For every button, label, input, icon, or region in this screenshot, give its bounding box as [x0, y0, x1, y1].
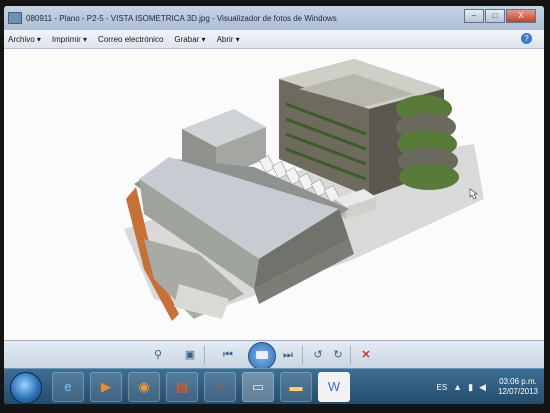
rotate-left-icon[interactable]: ↺ [310, 347, 326, 363]
menu-bar: Archivo ▾ Imprimir ▾ Correo electrónico … [4, 30, 544, 49]
previous-icon[interactable]: ⏮ [220, 347, 236, 363]
presentation-app-icon[interactable]: ▤ [166, 372, 198, 402]
photo-viewer-app-icon [8, 12, 22, 24]
help-icon[interactable]: ? [521, 33, 532, 44]
clock-date: 12/07/2013 [497, 387, 538, 396]
internet-explorer-icon[interactable]: e [52, 372, 84, 402]
slideshow-button[interactable] [248, 342, 276, 370]
menu-correo[interactable]: Correo electrónico [98, 35, 163, 44]
tray-arrow-icon[interactable]: ▲ [453, 382, 462, 392]
isometric-building-image [124, 59, 484, 321]
menu-grabar[interactable]: Grabar ▾ [174, 35, 205, 44]
window-titlebar[interactable]: 080911 - Plano - P2-5 - VISTA ISOMETRICA… [4, 6, 544, 30]
toolbar-divider [350, 346, 351, 364]
acrobat-icon[interactable]: ⌁ [204, 372, 236, 402]
image-viewport[interactable] [4, 49, 544, 340]
language-indicator[interactable]: ES [436, 383, 447, 392]
next-icon[interactable]: ⏭ [280, 347, 296, 363]
toolbar-divider [204, 346, 205, 364]
window-controls: – □ X [464, 9, 536, 23]
volume-icon[interactable]: ◀ [479, 382, 486, 393]
toolbar-divider [302, 346, 303, 364]
window-title: 080911 - Plano - P2-5 - VISTA ISOMETRICA… [26, 13, 337, 23]
actual-size-icon[interactable]: ▣ [182, 347, 198, 363]
start-button[interactable] [10, 372, 42, 404]
menu-archivo[interactable]: Archivo ▾ [8, 35, 41, 44]
taskbar: e ▶ ◉ ▤ ⌁ ▭ ▬ W ES ▲ ▮ ◀ 03:06 p.m. 12/0… [4, 368, 544, 404]
network-icon[interactable]: ▮ [468, 382, 473, 393]
rotate-right-icon[interactable]: ↻ [330, 347, 346, 363]
clock-time: 03:06 p.m. [499, 377, 537, 386]
photo-viewer-taskbar-icon[interactable]: ▭ [242, 372, 274, 402]
menu-imprimir[interactable]: Imprimir ▾ [52, 35, 87, 44]
media-player-icon[interactable]: ▶ [90, 372, 122, 402]
close-button[interactable]: X [506, 9, 536, 23]
file-explorer-icon[interactable]: ▬ [280, 372, 312, 402]
maximize-button[interactable]: □ [485, 9, 505, 23]
clock[interactable]: 03:06 p.m. 12/07/2013 [498, 377, 538, 397]
word-icon[interactable]: W [318, 372, 350, 402]
menu-abrir[interactable]: Abrir ▾ [217, 35, 240, 44]
viewer-toolbar: ⚲ ▣ ⏮ ⏭ ↺ ↻ ✕ [4, 340, 544, 370]
delete-icon[interactable]: ✕ [358, 347, 374, 363]
minimize-button[interactable]: – [464, 9, 484, 23]
zoom-icon[interactable]: ⚲ [150, 347, 166, 363]
firefox-icon[interactable]: ◉ [128, 372, 160, 402]
slideshow-icon [256, 351, 268, 359]
monitor-screen: 080911 - Plano - P2-5 - VISTA ISOMETRICA… [4, 6, 544, 404]
system-tray: ES ▲ ▮ ◀ 03:06 p.m. 12/07/2013 [436, 372, 538, 402]
